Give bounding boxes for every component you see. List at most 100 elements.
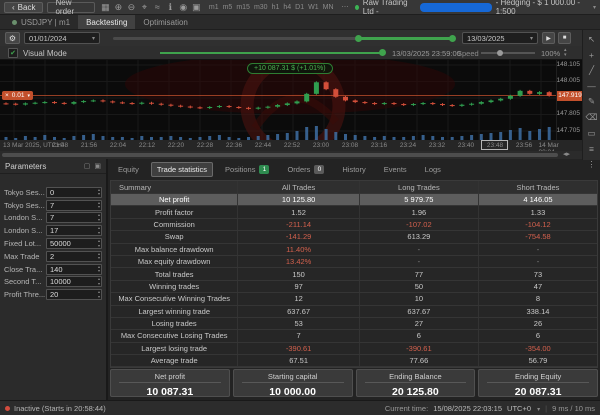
zoom-in-icon[interactable]: ⊕: [112, 2, 125, 13]
time-tick: 21:56: [80, 142, 98, 149]
playback-progress-handle[interactable]: [379, 49, 386, 56]
trendline-icon[interactable]: ╱: [589, 65, 594, 76]
parameter-row: London S... 7 ▴ ▾: [0, 212, 106, 225]
snapshot-icon[interactable]: ▣: [190, 2, 203, 13]
stats-row[interactable]: Commission -211.14 -107.02 -104.12: [111, 218, 597, 232]
tab-instrument-label: USDJPY | m1: [21, 17, 71, 27]
parameter-input[interactable]: 7 ▴ ▾: [46, 199, 102, 211]
chart-scrollbar-thumb[interactable]: [2, 153, 558, 157]
crosshair-tool-icon[interactable]: +: [589, 50, 594, 60]
parameter-stepper[interactable]: ▴ ▾: [98, 290, 100, 299]
new-order-button[interactable]: New order: [47, 0, 95, 16]
stats-row[interactable]: Net profit 10 125.80 5 979.75 4 146.05: [111, 194, 597, 207]
parameter-stepper[interactable]: ▴ ▾: [98, 264, 100, 274]
stats-row[interactable]: Winning trades 97 50 47: [111, 280, 597, 294]
speed-slider[interactable]: [481, 52, 535, 54]
scroll-arrows[interactable]: ◂▸: [563, 150, 570, 158]
tab-optimisation[interactable]: Optimisation: [135, 15, 195, 29]
parameter-input[interactable]: 17 ▴ ▾: [46, 225, 102, 237]
popout-icon[interactable]: ▢: [84, 162, 91, 170]
speed-slider-handle[interactable]: [497, 50, 503, 56]
parameter-stepper[interactable]: ▴ ▾: [98, 187, 100, 197]
tab-orders[interactable]: Orders 0: [281, 162, 330, 177]
range-end-handle[interactable]: [449, 35, 456, 42]
price-axis[interactable]: 147.919 148.105 148.005 147.805 147.705: [556, 60, 583, 140]
stats-row[interactable]: Largest losing trade -390.61 -390.61 -354.0…: [111, 342, 597, 356]
parameter-stepper[interactable]: ▴ ▾: [98, 200, 100, 210]
tab-backtesting[interactable]: Backtesting: [78, 15, 136, 29]
timeframe-m15[interactable]: m15: [234, 4, 252, 11]
timeframe-m1[interactable]: m1: [207, 4, 221, 11]
parameter-stepper[interactable]: ▴ ▾: [98, 251, 100, 261]
timeframe-W1[interactable]: W1: [306, 4, 321, 11]
stats-row[interactable]: Max equity drawdown 13.42% - -: [111, 255, 597, 269]
panel-icon[interactable]: ▣: [94, 162, 101, 170]
stats-row[interactable]: Max Consecutive Losing Trades 7 6 6: [111, 330, 597, 343]
timeframe-D1[interactable]: D1: [293, 4, 306, 11]
parameter-input[interactable]: 7 ▴ ▾: [46, 212, 102, 224]
timeframe-h4[interactable]: h4: [281, 4, 293, 11]
parameter-stepper[interactable]: ▴ ▾: [98, 226, 100, 235]
parameter-input[interactable]: 20 ▴ ▾: [46, 289, 102, 301]
stats-row[interactable]: Total trades 150 77 73: [111, 268, 597, 281]
timeframe-MN[interactable]: MN: [321, 4, 336, 11]
indicators-icon[interactable]: ≈: [151, 2, 164, 12]
parameter-stepper[interactable]: ▴ ▾: [98, 277, 100, 286]
stats-row[interactable]: Largest winning trade 637.67 637.67 338.14: [111, 305, 597, 318]
watchlist-icon[interactable]: ◉: [177, 2, 190, 13]
timezone-select[interactable]: UTC+0 ▾: [507, 404, 540, 413]
range-start-handle[interactable]: [355, 35, 362, 42]
time-axis[interactable]: 13 Mar 2025, UTC+0 21:48 21:56 22:04 22:12 2…: [0, 140, 582, 156]
end-date-select[interactable]: 13/03/2025 ▾: [462, 32, 538, 44]
tab-history[interactable]: History: [336, 162, 371, 177]
tab-equity[interactable]: Equity: [112, 162, 145, 177]
parameter-input[interactable]: 10000 ▴ ▾: [46, 276, 102, 288]
price-chart[interactable]: +10 087.31 $ (+1.01%) × 0.01 ▾: [0, 60, 556, 140]
stats-row[interactable]: Max Consecutive Winning Trades 12 10 8: [111, 293, 597, 306]
horizontal-ray-icon[interactable]: —: [587, 81, 596, 91]
eraser-icon[interactable]: ⌫: [585, 112, 597, 123]
tab-instrument[interactable]: USDJPY | m1: [4, 15, 78, 29]
parameter-input[interactable]: 50000 ▴ ▾: [46, 238, 102, 250]
cursor-icon[interactable]: ↖: [588, 34, 595, 45]
zoom-out-icon[interactable]: ⊖: [125, 2, 138, 13]
account-info[interactable]: Raw Trading Ltd - - Hedging - $ 1 000.00…: [354, 0, 596, 16]
parameter-stepper[interactable]: ▴ ▾: [98, 213, 100, 222]
play-button[interactable]: ▶: [542, 32, 555, 44]
position-marker[interactable]: × 0.01 ▾: [2, 91, 33, 100]
position-close-icon[interactable]: ×: [5, 92, 9, 99]
more-icon[interactable]: ⋮: [587, 159, 596, 170]
parameter-input[interactable]: 2 ▴ ▾: [46, 250, 102, 262]
playback-progress[interactable]: [160, 52, 382, 54]
overflow-icon[interactable]: ⋯: [340, 3, 351, 11]
info-icon[interactable]: ℹ: [164, 2, 177, 13]
back-button[interactable]: ‹ Back: [4, 1, 44, 13]
visual-mode-checkbox[interactable]: ✔: [8, 48, 18, 58]
timeframe-m5[interactable]: m5: [221, 4, 235, 11]
pencil-icon[interactable]: ✎: [588, 96, 595, 107]
objects-list-icon[interactable]: ≡: [589, 144, 594, 154]
tab-trade-statistics[interactable]: Trade statistics: [150, 161, 214, 177]
chart-layout-icon[interactable]: ▦: [99, 2, 112, 13]
stats-row[interactable]: Losing trades 53 27 26: [111, 317, 597, 331]
stop-button[interactable]: ■: [558, 32, 571, 44]
parameter-stepper[interactable]: ▴ ▾: [98, 239, 100, 248]
tab-logs[interactable]: Logs: [419, 162, 447, 177]
crosshair-icon[interactable]: ⌖: [138, 2, 151, 13]
parameter-input[interactable]: 140 ▴ ▾: [46, 263, 102, 275]
stats-cell: 10: [358, 293, 478, 305]
stats-row[interactable]: Average trade 67.51 77.66 56.79: [111, 355, 597, 368]
settings-button[interactable]: ⚙: [5, 32, 20, 44]
timeframe-h1[interactable]: h1: [270, 4, 282, 11]
parameter-input[interactable]: 0 ▴ ▾: [46, 186, 102, 198]
shapes-icon[interactable]: ▭: [587, 128, 595, 139]
stats-row[interactable]: Max balance drawdown 11.40% - -: [111, 243, 597, 256]
stats-row[interactable]: Swap -141.29 613.29 -754.58: [111, 231, 597, 244]
timeframe-m30[interactable]: m30: [252, 4, 270, 11]
tab-events[interactable]: Events: [378, 162, 413, 177]
start-date-select[interactable]: 01/01/2024 ▾: [24, 32, 100, 44]
summary-cards: Net profit 10 087.31 Starting capital 10 00…: [110, 369, 598, 398]
chart-scrollbar[interactable]: ◂▸: [0, 151, 582, 159]
stats-row[interactable]: Profit factor 1.52 1.96 1.33: [111, 206, 597, 219]
tab-positions[interactable]: Positions 1: [219, 162, 275, 177]
